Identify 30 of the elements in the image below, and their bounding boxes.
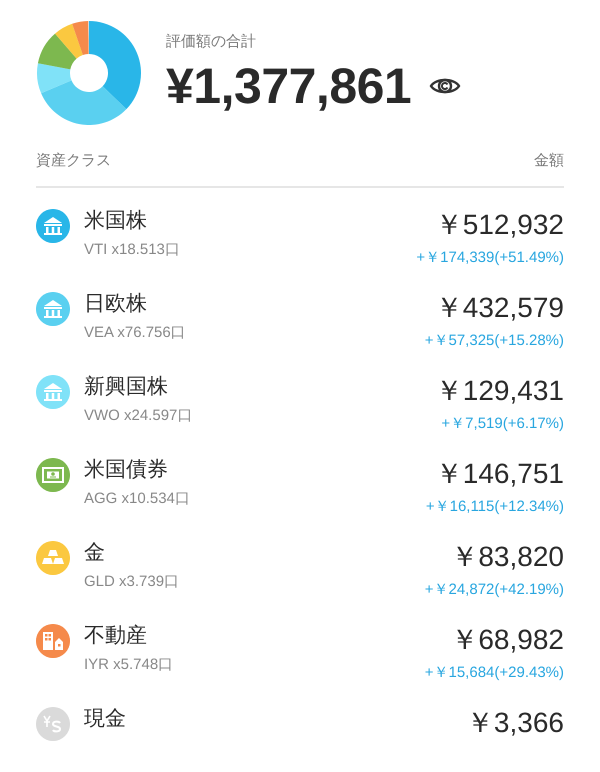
gain-amount: +￥7,519(+6.17%) <box>441 414 564 433</box>
holding-units: IYR x5.748口 <box>84 655 174 674</box>
asset-amount: ￥83,820 <box>450 540 564 574</box>
asset-name: 日欧株 <box>84 290 148 317</box>
asset-class-header: 資産クラス <box>36 150 111 170</box>
asset-amount: ￥512,932 <box>434 208 564 242</box>
asset-amount: ￥432,579 <box>434 291 564 325</box>
asset-name: 不動産 <box>84 622 148 649</box>
gain-amount: +￥174,339(+51.49%) <box>416 248 564 267</box>
asset-amount: ￥68,982 <box>450 623 564 657</box>
asset-amount: ￥3,366 <box>466 706 564 740</box>
holding-units: VWO x24.597口 <box>84 406 194 425</box>
total-label: 評価額の合計 <box>166 32 257 50</box>
asset-name: 現金 <box>84 705 127 732</box>
holding-units: AGG x10.534口 <box>84 489 191 508</box>
asset-name: 米国債券 <box>84 456 169 483</box>
gain-amount: +￥57,325(+15.28%) <box>424 331 564 350</box>
total-value: ¥1,377,861 <box>166 56 412 114</box>
gain-amount: +￥15,684(+29.43%) <box>424 663 564 682</box>
holding-units: VTI x18.513口 <box>84 240 181 259</box>
asset-amount: ￥146,751 <box>434 457 564 491</box>
amount-header: 金額 <box>534 150 564 170</box>
gain-amount: +￥16,115(+12.34%) <box>426 497 564 516</box>
asset-name: 金 <box>84 539 106 566</box>
holding-units: VEA x76.756口 <box>84 323 187 342</box>
asset-amount: ￥129,431 <box>434 374 564 408</box>
gain-amount: +￥24,872(+42.19%) <box>424 580 564 599</box>
asset-name: 新興国株 <box>84 373 169 400</box>
asset-name: 米国株 <box>84 207 148 234</box>
holding-units: GLD x3.739口 <box>84 572 180 591</box>
